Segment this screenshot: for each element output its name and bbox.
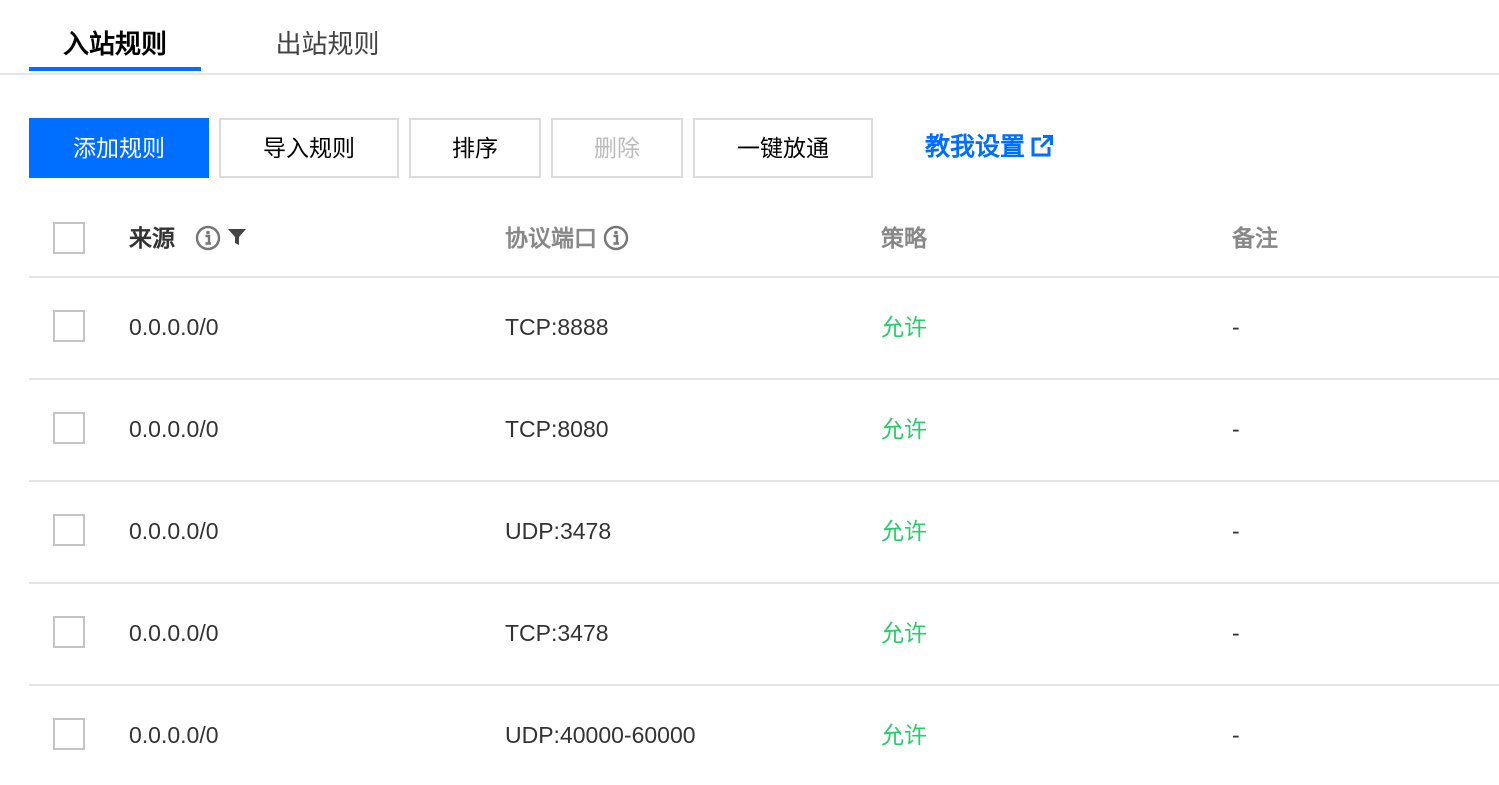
header-note: 备注 bbox=[1232, 225, 1278, 251]
help-setup-link[interactable]: 教我设置 bbox=[925, 118, 1054, 178]
table-header: 来源 协议端口 策略 备注 bbox=[29, 198, 1499, 278]
tab-outbound-rules[interactable]: 出站规则 bbox=[255, 22, 400, 70]
cell-protocol-port: TCP:3478 bbox=[505, 620, 609, 646]
header-protocol-port-label: 协议端口 bbox=[505, 225, 597, 251]
rule-tabs: 入站规则 出站规则 bbox=[0, 0, 1499, 75]
cell-policy: 允许 bbox=[881, 722, 927, 748]
help-setup-label: 教我设置 bbox=[925, 133, 1026, 161]
row-checkbox[interactable] bbox=[53, 616, 85, 648]
external-link-icon bbox=[1031, 135, 1054, 157]
cell-protocol-port: UDP:40000-60000 bbox=[505, 722, 696, 748]
rules-table: 来源 协议端口 策略 备注 0.0.0.0/0 TCP:8888 允许 - 0.… bbox=[29, 198, 1499, 785]
header-policy: 策略 bbox=[881, 225, 927, 251]
open-all-button[interactable]: 一键放通 bbox=[693, 118, 873, 178]
tab-inbound-label: 入站规则 bbox=[62, 29, 167, 59]
cell-note: - bbox=[1232, 722, 1240, 748]
delete-button[interactable]: 删除 bbox=[551, 118, 683, 178]
security-group-rules-page: 入站规则 出站规则 添加规则 导入规则 排序 删除 一键放通 教我设置 来源 协… bbox=[0, 0, 1499, 785]
cell-source: 0.0.0.0/0 bbox=[129, 416, 219, 442]
cell-protocol-port: TCP:8888 bbox=[505, 314, 609, 340]
table-row: 0.0.0.0/0 UDP:40000-60000 允许 - bbox=[29, 686, 1499, 785]
cell-note: - bbox=[1232, 416, 1240, 442]
cell-source: 0.0.0.0/0 bbox=[129, 518, 219, 544]
cell-source: 0.0.0.0/0 bbox=[129, 722, 219, 748]
row-checkbox[interactable] bbox=[53, 412, 85, 444]
header-protocol-port: 协议端口 bbox=[505, 198, 629, 276]
cell-note: - bbox=[1232, 314, 1240, 340]
sort-button[interactable]: 排序 bbox=[409, 118, 541, 178]
filter-icon[interactable] bbox=[227, 227, 247, 247]
add-rule-button[interactable]: 添加规则 bbox=[29, 118, 209, 178]
cell-source: 0.0.0.0/0 bbox=[129, 314, 219, 340]
cell-note: - bbox=[1232, 620, 1240, 646]
cell-source: 0.0.0.0/0 bbox=[129, 620, 219, 646]
cell-protocol-port: UDP:3478 bbox=[505, 518, 612, 544]
cell-policy: 允许 bbox=[881, 620, 927, 646]
table-row: 0.0.0.0/0 TCP:8888 允许 - bbox=[29, 278, 1499, 380]
info-circle-icon[interactable] bbox=[195, 225, 221, 251]
info-circle-icon[interactable] bbox=[603, 225, 629, 251]
row-checkbox[interactable] bbox=[53, 514, 85, 546]
row-checkbox[interactable] bbox=[53, 718, 85, 750]
cell-policy: 允许 bbox=[881, 518, 927, 544]
table-row: 0.0.0.0/0 TCP:3478 允许 - bbox=[29, 584, 1499, 686]
cell-note: - bbox=[1232, 518, 1240, 544]
active-tab-indicator bbox=[29, 67, 201, 71]
header-source-label: 来源 bbox=[129, 225, 175, 251]
header-source: 来源 bbox=[129, 198, 247, 276]
cell-policy: 允许 bbox=[881, 416, 927, 442]
cell-policy: 允许 bbox=[881, 314, 927, 340]
tab-inbound-rules[interactable]: 入站规则 bbox=[29, 22, 201, 71]
table-row: 0.0.0.0/0 TCP:8080 允许 - bbox=[29, 380, 1499, 482]
table-row: 0.0.0.0/0 UDP:3478 允许 - bbox=[29, 482, 1499, 584]
row-checkbox[interactable] bbox=[53, 310, 85, 342]
select-all-checkbox[interactable] bbox=[53, 222, 85, 254]
import-rules-button[interactable]: 导入规则 bbox=[219, 118, 399, 178]
cell-protocol-port: TCP:8080 bbox=[505, 416, 609, 442]
tab-outbound-label: 出站规则 bbox=[275, 29, 380, 59]
